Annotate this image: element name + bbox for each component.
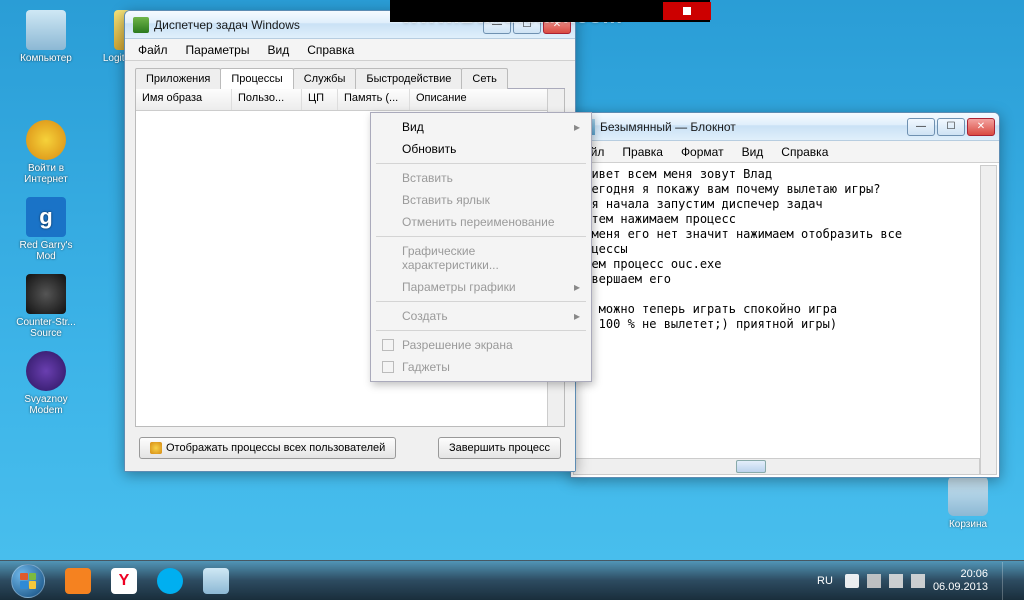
notepad-titlebar[interactable]: Безымянный — Блокнот — ☐ ✕ xyxy=(571,113,999,141)
desktop-icon-recycle[interactable]: Корзина xyxy=(932,476,1004,530)
vscrollbar[interactable] xyxy=(980,165,997,475)
close-button[interactable]: ✕ xyxy=(967,118,995,136)
ctx-item: Вставить ярлык xyxy=(374,189,588,211)
tab-applications[interactable]: Приложения xyxy=(135,68,221,89)
tab-services[interactable]: Службы xyxy=(293,68,357,89)
tab-network[interactable]: Сеть xyxy=(461,68,507,89)
bandicam-bar xyxy=(390,0,710,22)
col-cpu[interactable]: ЦП xyxy=(302,89,338,110)
system-tray: RU 20:06 06.09.2013 xyxy=(813,562,1018,600)
menu-help[interactable]: Справка xyxy=(300,41,361,59)
desktop-icon-modem[interactable]: Svyaznoy Modem xyxy=(10,351,82,416)
ctx-item: Разрешение экрана xyxy=(374,334,588,356)
taskbar-app-skype[interactable] xyxy=(148,564,192,598)
network-icon[interactable] xyxy=(889,574,903,588)
taskbar: Y RU 20:06 06.09.2013 xyxy=(0,560,1024,600)
taskbar-app-yandex[interactable]: Y xyxy=(102,564,146,598)
show-desktop-button[interactable] xyxy=(1002,562,1012,600)
start-button[interactable] xyxy=(6,564,50,598)
taskmgr-tabs: Приложения Процессы Службы Быстродействи… xyxy=(135,67,565,89)
end-process-button[interactable]: Завершить процесс xyxy=(438,437,561,459)
notepad-textarea[interactable]: привет всем меня зовут Влад сегодня я по… xyxy=(573,165,997,457)
taskbar-app-ok[interactable] xyxy=(56,564,100,598)
ctx-item[interactable]: Вид xyxy=(374,116,588,138)
minimize-button[interactable]: — xyxy=(907,118,935,136)
flag-icon[interactable] xyxy=(867,574,881,588)
ctx-item[interactable]: Обновить xyxy=(374,138,588,160)
language-indicator[interactable]: RU xyxy=(813,573,837,589)
taskmgr-menubar: Файл Параметры Вид Справка xyxy=(125,39,575,61)
notepad-menubar: айл Правка Формат Вид Справка xyxy=(571,141,999,163)
menu-view[interactable]: Вид xyxy=(735,143,771,161)
notepad-window: Безымянный — Блокнот — ☐ ✕ айл Правка Фо… xyxy=(570,112,1000,478)
menu-options[interactable]: Параметры xyxy=(179,41,257,59)
ctx-item: Графические характеристики... xyxy=(374,240,588,276)
notepad-title: Безымянный — Блокнот xyxy=(600,120,907,134)
desktop-icons: Компьютер Войти в Интернет g Red Garry's… xyxy=(10,10,82,428)
menu-edit[interactable]: Правка xyxy=(615,143,670,161)
ctx-item: Параметры графики xyxy=(374,276,588,298)
ctx-item: Отменить переименование xyxy=(374,211,588,233)
taskmgr-icon xyxy=(133,17,149,33)
maximize-button[interactable]: ☐ xyxy=(937,118,965,136)
desktop-icon-internet[interactable]: Войти в Интернет xyxy=(10,120,82,185)
tab-performance[interactable]: Быстродействие xyxy=(355,68,462,89)
tab-processes[interactable]: Процессы xyxy=(220,68,293,89)
windows-logo-icon xyxy=(11,564,45,598)
ctx-item: Вставить xyxy=(374,167,588,189)
bandicam-rec-indicator xyxy=(663,2,711,20)
col-image[interactable]: Имя образа xyxy=(136,89,232,110)
shield-icon xyxy=(150,442,162,454)
hscrollbar[interactable] xyxy=(573,458,980,475)
ctx-item: Гаджеты xyxy=(374,356,588,378)
column-headers: Имя образа Пользо... ЦП Память (... Опис… xyxy=(136,89,564,111)
col-mem[interactable]: Память (... xyxy=(338,89,410,110)
col-user[interactable]: Пользо... xyxy=(232,89,302,110)
clock[interactable]: 20:06 06.09.2013 xyxy=(933,568,988,594)
menu-format[interactable]: Формат xyxy=(674,143,731,161)
desktop-icon-cs[interactable]: Counter-Str... Source xyxy=(10,274,82,339)
desktop-icon-gmod[interactable]: g Red Garry's Mod xyxy=(10,197,82,262)
menu-help[interactable]: Справка xyxy=(774,143,835,161)
desktop-icon-computer[interactable]: Компьютер xyxy=(10,10,82,64)
menu-view[interactable]: Вид xyxy=(260,41,296,59)
show-all-processes-button[interactable]: Отображать процессы всех пользователей xyxy=(139,437,396,459)
volume-icon[interactable] xyxy=(911,574,925,588)
scroll-thumb[interactable] xyxy=(736,460,766,473)
tray-icon[interactable] xyxy=(845,574,859,588)
desktop-context-menu: ВидОбновить ВставитьВставить ярлыкОтменит… xyxy=(370,112,592,382)
menu-file[interactable]: Файл xyxy=(131,41,175,59)
col-desc[interactable]: Описание xyxy=(410,89,564,110)
taskbar-app-explorer[interactable] xyxy=(194,564,238,598)
ctx-item: Создать xyxy=(374,305,588,327)
